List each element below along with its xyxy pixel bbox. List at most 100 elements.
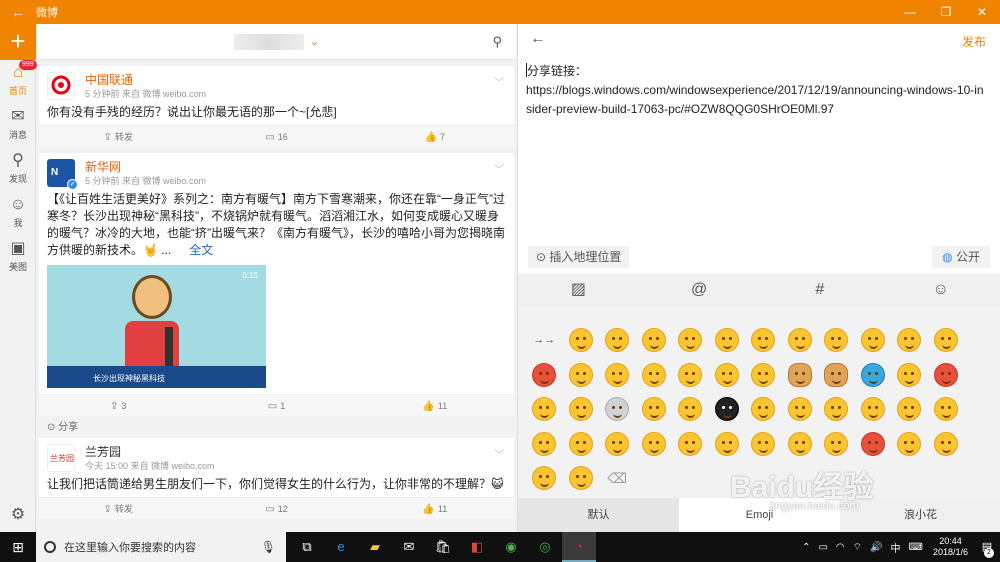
nav-messages[interactable]: ✉ 消息: [0, 104, 36, 148]
volume-icon[interactable]: 🔊: [870, 542, 882, 553]
avatar[interactable]: 兰芳园: [47, 444, 75, 472]
group-selector-blurred[interactable]: [233, 33, 304, 50]
sweat-emoji-icon[interactable]: [568, 362, 593, 387]
repost-button[interactable]: ⇪ 3: [39, 395, 197, 416]
keyboard-icon[interactable]: ⌨: [909, 542, 923, 553]
frown-emoji-icon[interactable]: [897, 362, 922, 387]
mention-at-icon[interactable]: @: [639, 274, 760, 306]
naughty-emoji-icon[interactable]: [532, 466, 557, 490]
love-emoji-icon[interactable]: [824, 397, 849, 421]
cold-emoji-icon[interactable]: [532, 431, 557, 456]
tears-emoji-icon[interactable]: [641, 431, 666, 456]
weibo-app-icon[interactable]: ◔: [562, 532, 596, 562]
repost-button[interactable]: ⇪ 转发: [39, 498, 197, 519]
store-icon[interactable]: 🛍: [426, 532, 460, 562]
office-icon[interactable]: ◧: [460, 532, 494, 562]
wifi-icon[interactable]: ⌔: [853, 541, 862, 554]
black-face-emoji-icon[interactable]: [714, 397, 739, 421]
like-button[interactable]: 👍 11: [356, 498, 514, 519]
yawn-emoji-icon[interactable]: [933, 431, 958, 456]
grimace-emoji-icon[interactable]: [824, 431, 849, 456]
shock-emoji-icon[interactable]: [897, 397, 922, 421]
back-arrow-icon[interactable]: ←: [0, 4, 36, 20]
shhh-emoji-icon[interactable]: [787, 431, 812, 456]
heart-eyes-emoji-icon[interactable]: [933, 362, 958, 387]
author-name[interactable]: 兰芳园: [85, 444, 215, 460]
publish-button[interactable]: 发布: [962, 33, 986, 50]
arrow-emoji-icon[interactable]: →→: [526, 328, 563, 363]
task-view-icon[interactable]: ⧉: [290, 532, 324, 562]
laugh-emoji-icon[interactable]: [641, 328, 666, 352]
tab-default[interactable]: 默认: [518, 498, 679, 532]
compose-textarea[interactable]: 分享链接： https://blogs.windows.com/windowse…: [526, 62, 986, 119]
hug-emoji-icon[interactable]: [897, 328, 922, 352]
smirk-emoji-icon[interactable]: [751, 431, 776, 456]
chevron-down-icon[interactable]: ⌄: [310, 35, 319, 48]
side-eye-emoji-icon[interactable]: [714, 431, 739, 456]
smile-emoji-icon[interactable]: [568, 328, 593, 352]
edge-browser-icon[interactable]: e: [324, 532, 358, 562]
mute-emoji-icon[interactable]: [751, 397, 776, 421]
taskbar-search-input[interactable]: 在这里输入你要搜索的内容 🎙: [36, 532, 286, 562]
sad-emoji-icon[interactable]: [641, 362, 666, 387]
expand-chevron-icon[interactable]: ﹀: [494, 161, 504, 176]
tongue-emoji-icon[interactable]: [678, 328, 703, 352]
post-card[interactable]: N ✓ 新华网 5 分钟前 来自 微博 weibo.com ﹀ 【《让百姓生活更…: [39, 153, 514, 416]
sleepy-emoji-icon[interactable]: [787, 328, 812, 352]
nav-discover[interactable]: ⚲ 发现: [0, 148, 36, 192]
mail-app-icon[interactable]: ✉: [392, 532, 426, 562]
doge-emoji-icon[interactable]: [787, 362, 812, 387]
video-thumbnail[interactable]: 0:15 长沙出现神秘黑科技: [47, 265, 266, 388]
cat-emoji-icon[interactable]: [824, 362, 849, 387]
battery-icon[interactable]: ▭: [818, 542, 827, 553]
money-emoji-icon[interactable]: [678, 362, 703, 387]
back-arrow-icon[interactable]: ←: [530, 30, 546, 48]
post-card[interactable]: 兰芳园 兰芳园 今天 15:00 来自 微博 weibo.com ﹀ 让我们把话…: [39, 438, 514, 519]
tray-overflow-icon[interactable]: ⌃: [802, 542, 810, 553]
happy-emoji-icon[interactable]: [933, 328, 958, 352]
network-icon[interactable]: ◠: [836, 542, 845, 553]
husky-emoji-icon[interactable]: [860, 362, 885, 387]
shy-emoji-icon[interactable]: [714, 328, 739, 352]
nav-photos[interactable]: ▣ 美图: [0, 236, 36, 280]
hashtag-icon[interactable]: #: [760, 274, 881, 306]
chrome-icon[interactable]: ◉: [494, 532, 528, 562]
bored-emoji-icon[interactable]: [568, 466, 593, 490]
worried-emoji-icon[interactable]: [897, 431, 922, 456]
confused-emoji-icon[interactable]: [568, 397, 593, 421]
like-button[interactable]: 👍 11: [356, 395, 514, 416]
avatar[interactable]: [47, 72, 75, 100]
expand-chevron-icon[interactable]: ﹀: [494, 446, 504, 461]
author-name[interactable]: 新华网: [85, 159, 206, 175]
expand-chevron-icon[interactable]: ﹀: [494, 74, 504, 89]
restore-icon[interactable]: ❐: [928, 5, 964, 19]
think-emoji-icon[interactable]: [714, 362, 739, 387]
wechat-icon[interactable]: ◎: [528, 532, 562, 562]
insert-image-icon[interactable]: ▨: [518, 274, 639, 306]
cry-emoji-icon[interactable]: [824, 328, 849, 352]
post-card[interactable]: 中国联通 5 分钟前 来自 微博 weibo.com ﹀ 你有没有手残的经历？说…: [39, 66, 514, 147]
insert-location-button[interactable]: ⊙ 插入地理位置: [528, 246, 630, 268]
surprised-emoji-icon[interactable]: [751, 328, 776, 352]
sunglasses-emoji-icon[interactable]: [678, 397, 703, 421]
clap-emoji-icon[interactable]: [641, 397, 666, 421]
doubt-emoji-icon[interactable]: [933, 397, 958, 421]
backspace-icon[interactable]: ⌫: [599, 466, 636, 501]
minimize-icon[interactable]: —: [892, 5, 928, 19]
clock[interactable]: 20:44 2018/1/6: [933, 536, 968, 558]
vomit-emoji-icon[interactable]: [860, 431, 885, 456]
blush-emoji-icon[interactable]: [568, 431, 593, 456]
like-button[interactable]: 👍 7: [356, 126, 514, 147]
nav-home[interactable]: ⌂ 999 首页: [0, 60, 37, 104]
cover-face-emoji-icon[interactable]: [787, 397, 812, 421]
author-name[interactable]: 中国联通: [85, 72, 206, 88]
emoji-smiley-icon[interactable]: ☺: [880, 274, 1000, 306]
big-grin-emoji-icon[interactable]: [532, 397, 557, 421]
wink-emoji-icon[interactable]: [605, 362, 630, 387]
kiss-emoji-icon[interactable]: [860, 328, 885, 352]
windows-start-icon[interactable]: ⊞: [0, 539, 36, 556]
comment-button[interactable]: ▭ 16: [197, 126, 355, 147]
skull-emoji-icon[interactable]: [605, 397, 630, 421]
nav-me[interactable]: ☺ 我: [0, 192, 36, 236]
repost-button[interactable]: ⇪ 转发: [39, 126, 197, 147]
